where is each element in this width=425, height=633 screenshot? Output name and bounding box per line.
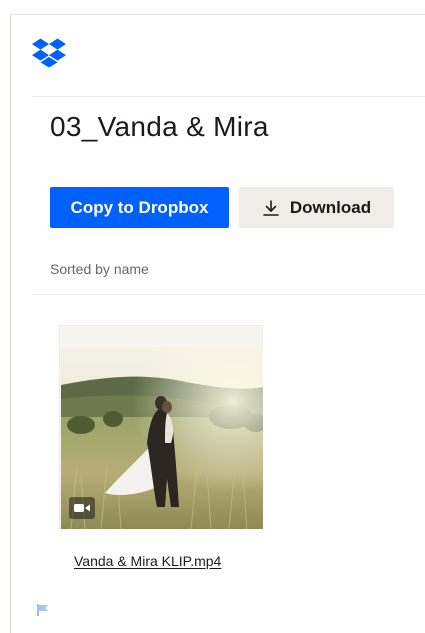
flag-icon[interactable] <box>36 603 50 617</box>
download-button[interactable]: Download <box>239 187 394 228</box>
sort-divider <box>32 294 425 295</box>
video-thumbnail[interactable] <box>61 347 263 529</box>
file-name-link[interactable]: Vanda & Mira KLIP.mp4 <box>74 553 221 569</box>
download-label: Download <box>289 197 372 217</box>
download-icon <box>262 199 280 217</box>
window-border-left <box>10 14 11 633</box>
dropbox-logo-icon[interactable] <box>32 38 66 68</box>
window-border-top <box>10 14 425 15</box>
folder-title: 03_Vanda & Mira <box>50 111 269 142</box>
header-divider <box>32 96 425 97</box>
sort-label[interactable]: Sorted by name <box>50 261 149 277</box>
shared-folder-page: 03_Vanda & Mira Copy to Dropbox Download… <box>0 0 425 633</box>
copy-to-dropbox-button[interactable]: Copy to Dropbox <box>50 187 229 228</box>
copy-to-dropbox-label: Copy to Dropbox <box>70 197 209 217</box>
video-camera-icon <box>69 497 95 519</box>
